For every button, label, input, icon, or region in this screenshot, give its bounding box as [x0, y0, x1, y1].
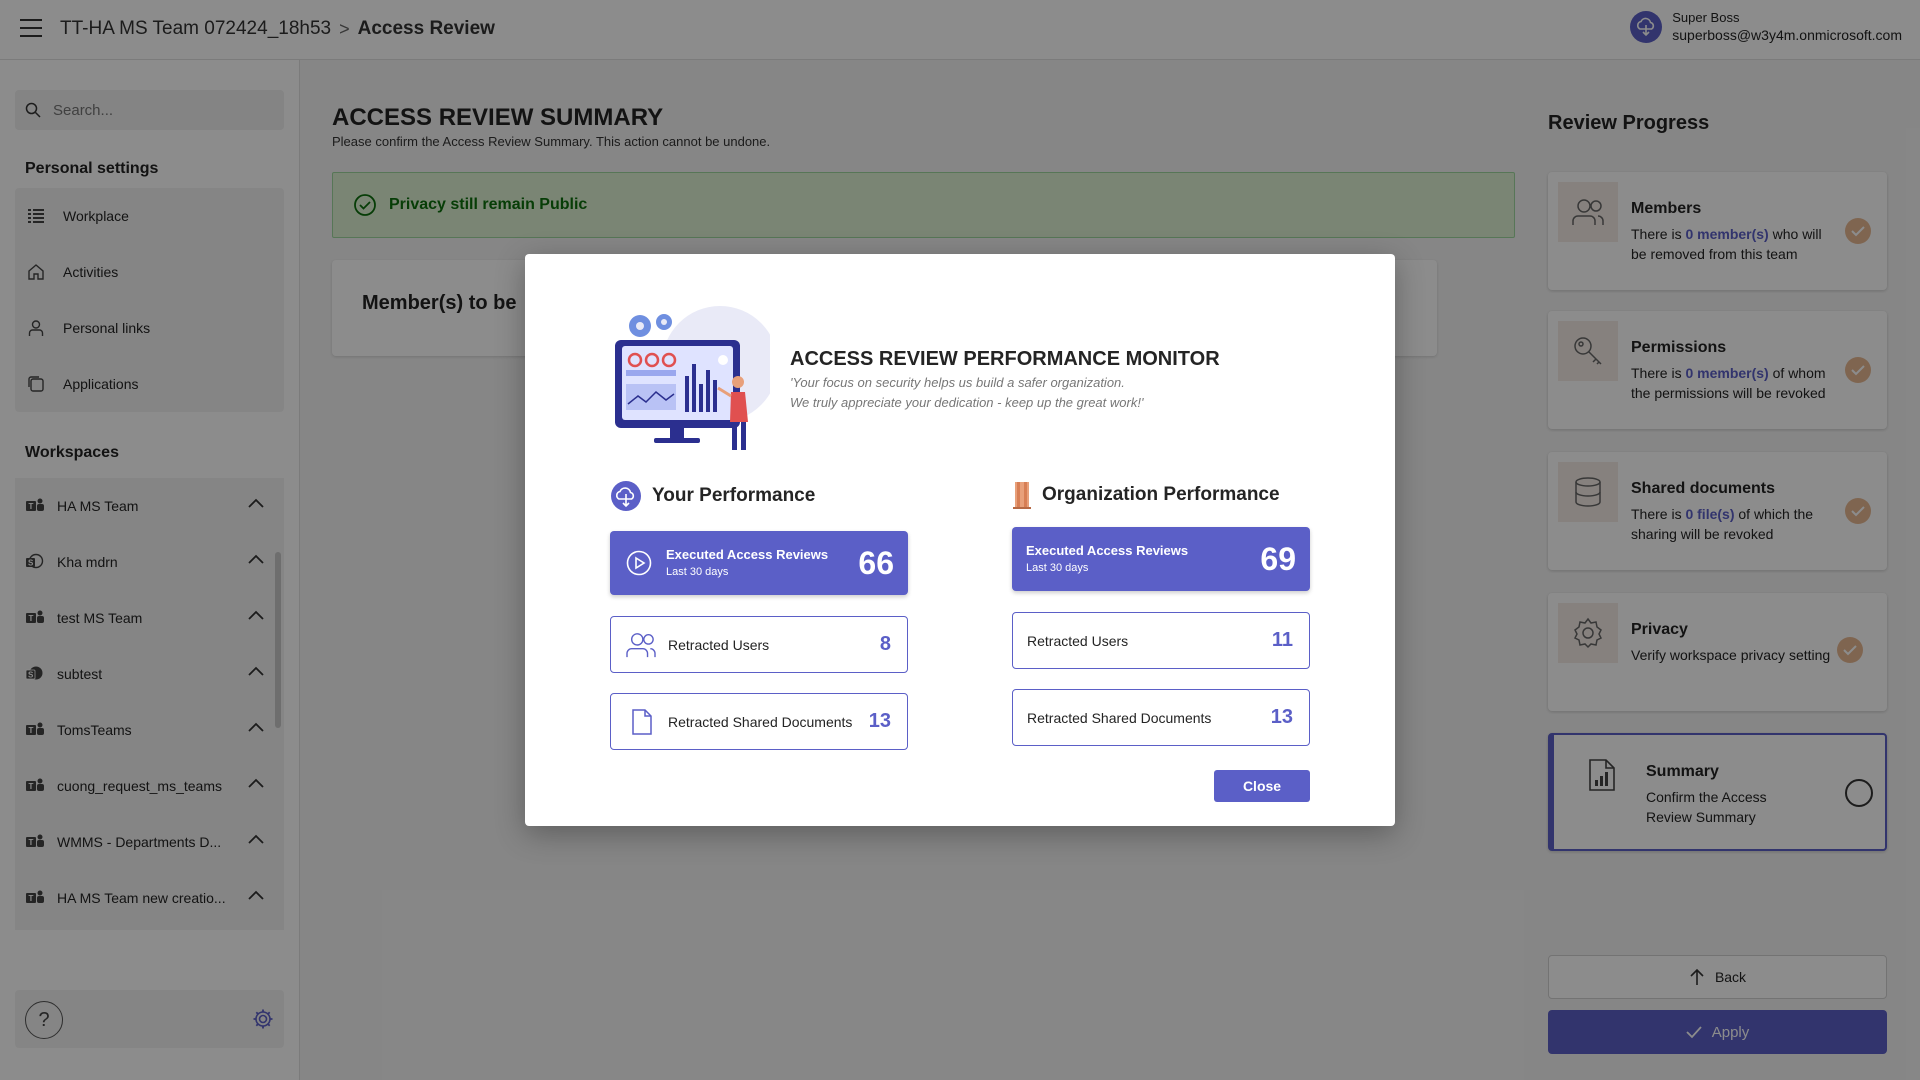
org-executed-reviews-card: Executed Access Reviews Last 30 days 69 — [1012, 527, 1310, 591]
executed-reviews-label: Executed Access Reviews — [1026, 543, 1189, 558]
close-button[interactable]: Close — [1214, 770, 1310, 802]
executed-reviews-period: Last 30 days — [1026, 562, 1089, 574]
performance-monitor-dialog: ACCESS REVIEW PERFORMANCE MONITOR 'Your … — [525, 254, 1395, 826]
document-icon — [632, 709, 652, 735]
org-retracted-users-card: Retracted Users 11 — [1012, 612, 1310, 669]
play-circle-icon — [626, 550, 652, 576]
dialog-quote-line-2: We truly appreciate your dedication - ke… — [790, 395, 1144, 410]
executed-reviews-label: Executed Access Reviews — [666, 547, 829, 562]
executed-reviews-value: 66 — [858, 545, 894, 581]
org-retracted-docs-card: Retracted Shared Documents 13 — [1012, 689, 1310, 746]
org-performance-label: Organization Performance — [1042, 484, 1280, 505]
dialog-quote-line-1: 'Your focus on security helps us build a… — [790, 375, 1125, 390]
retracted-users-label: Retracted Users — [1027, 633, 1129, 649]
dialog-title: ACCESS REVIEW PERFORMANCE MONITOR — [790, 348, 1220, 370]
executed-reviews-value: 69 — [1260, 541, 1296, 577]
building-icon — [1013, 482, 1031, 509]
retracted-users-label: Retracted Users — [668, 637, 770, 653]
retracted-users-value: 11 — [1271, 629, 1293, 651]
retracted-docs-value: 13 — [868, 710, 891, 732]
retracted-users-value: 8 — [879, 633, 891, 655]
your-performance-heading: Your Performance — [610, 480, 815, 512]
your-retracted-users-card: Retracted Users 8 — [610, 616, 908, 673]
retracted-docs-value: 13 — [1270, 706, 1293, 728]
people-icon — [626, 633, 656, 658]
retracted-docs-label: Retracted Shared Documents — [668, 714, 853, 730]
performance-illustration — [615, 306, 770, 450]
org-performance-heading: Organization Performance — [1012, 480, 1280, 510]
retracted-docs-label: Retracted Shared Documents — [1027, 710, 1212, 726]
your-performance-label: Your Performance — [652, 485, 816, 506]
your-executed-reviews-card: Executed Access Reviews Last 30 days 66 — [610, 531, 908, 595]
your-retracted-docs-card: Retracted Shared Documents 13 — [610, 693, 908, 750]
executed-reviews-period: Last 30 days — [666, 566, 729, 578]
cloud-logo-icon — [611, 481, 641, 511]
